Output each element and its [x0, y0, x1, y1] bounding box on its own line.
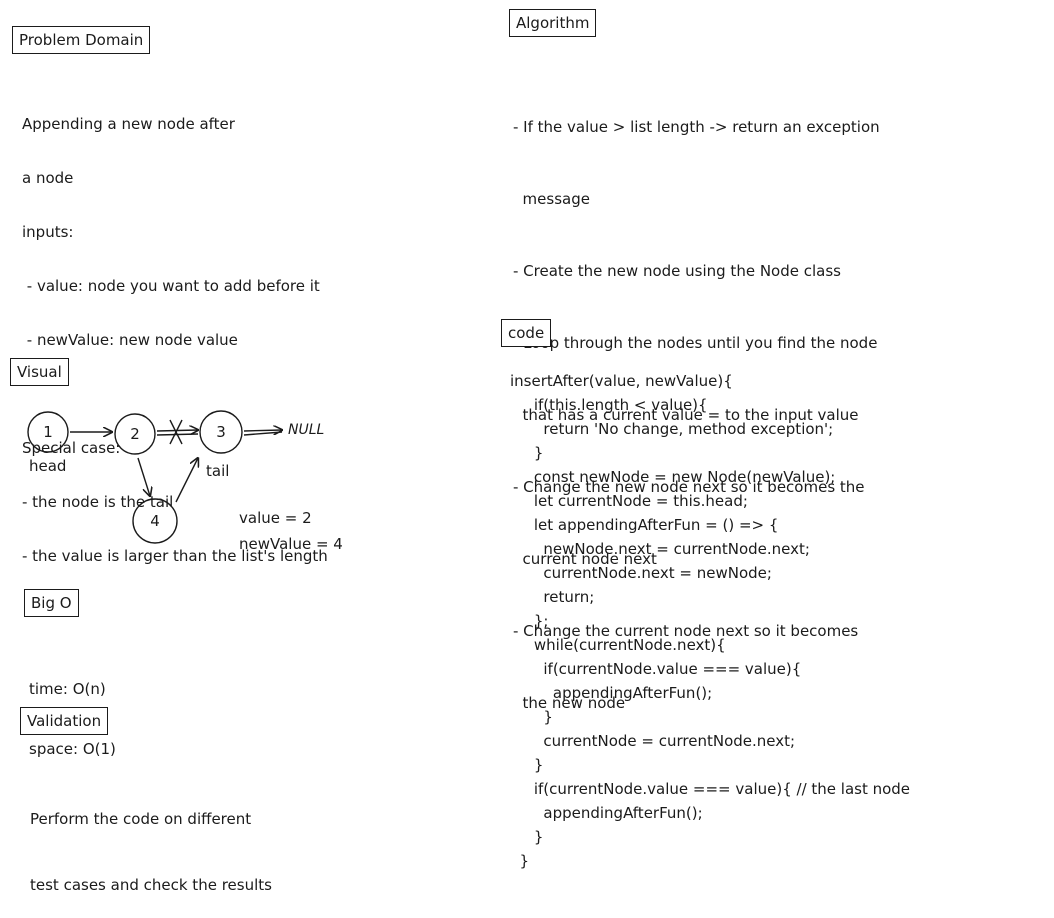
algorithm-line: message	[513, 190, 590, 208]
code-line: }	[510, 444, 544, 462]
node-label-3: 3	[216, 423, 226, 441]
code-line: currentNode = currentNode.next;	[510, 732, 796, 750]
code-line: if(this.length < value){	[510, 396, 708, 414]
arrow-2-to-4	[137, 457, 150, 496]
code-line: };	[510, 612, 549, 630]
problem-line: a node	[22, 169, 74, 187]
code-line: currentNode.next = newNode;	[510, 564, 772, 582]
validation-line: test cases and check the results	[30, 876, 272, 894]
code-line: }	[510, 852, 530, 870]
problem-line: - newValue: new node value	[22, 331, 238, 349]
code-line: let appendingAfterFun = () => {	[510, 516, 779, 534]
code-line: newNode.next = currentNode.next;	[510, 540, 810, 558]
code-line: }	[510, 828, 544, 846]
code-line: return;	[510, 588, 595, 606]
node-label-2: 2	[130, 425, 140, 443]
head-label: head	[29, 457, 66, 475]
code-line: appendingAfterFun();	[510, 684, 713, 702]
arrow-4-to-3	[175, 458, 198, 503]
problem-line: - value: node you want to add before it	[22, 277, 320, 295]
validation-line: Perform the code on different	[30, 810, 252, 828]
code-line: const newNode = new Node(newValue);	[510, 468, 836, 486]
value-assignment: value = 2	[239, 509, 312, 527]
code-line: let currentNode = this.head;	[510, 492, 748, 510]
big-o-heading: Big O	[24, 589, 79, 617]
null-label: NULL	[288, 422, 324, 438]
linked-list-diagram: 1 2 3 4 head tail NULL value = 2 newValu…	[27, 410, 343, 553]
arrow-3-to-null	[243, 430, 282, 431]
algorithm-line: - Loop through the nodes until you find …	[513, 334, 878, 352]
node-label-4: 4	[150, 512, 160, 530]
code-line: return 'No change, method exception';	[510, 420, 834, 438]
node-label-1: 1	[43, 423, 53, 441]
code-block: insertAfter(value, newValue){ if(this.le…	[510, 369, 910, 873]
problem-domain-heading: Problem Domain	[12, 26, 151, 54]
tail-label: tail	[206, 462, 229, 480]
validation-text: Perform the code on different test cases…	[30, 764, 272, 918]
code-line: appendingAfterFun();	[510, 804, 703, 822]
visual-heading: Visual	[10, 358, 69, 386]
code-line: insertAfter(value, newValue){	[510, 372, 733, 390]
code-line: if(currentNode.value === value){	[510, 660, 802, 678]
big-o-line: space: O(1)	[29, 740, 116, 758]
algorithm-line: - Create the new node using the Node cla…	[513, 262, 841, 280]
problem-line: inputs:	[22, 223, 74, 241]
algorithm-line: - If the value > list length -> return a…	[513, 118, 880, 136]
code-line: }	[510, 756, 544, 774]
newvalue-assignment: newValue = 4	[239, 535, 343, 553]
arrow-3-to-null-double	[243, 431, 283, 436]
problem-line: Appending a new node after	[22, 115, 235, 133]
validation-heading: Validation	[20, 707, 109, 735]
algorithm-heading: Algorithm	[509, 9, 597, 37]
code-heading: code	[501, 319, 552, 347]
big-o-line: time: O(n)	[29, 680, 106, 698]
code-line: }	[510, 708, 553, 726]
code-line: while(currentNode.next){	[510, 636, 726, 654]
code-line: if(currentNode.value === value){ // the …	[510, 780, 911, 798]
